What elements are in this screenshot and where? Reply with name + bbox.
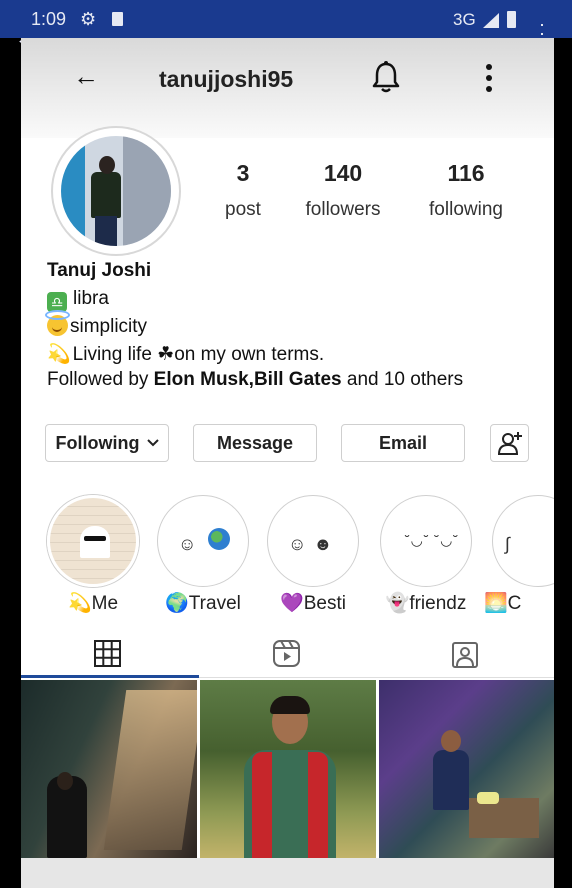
followed-by-suffix: and 10 others bbox=[341, 369, 464, 390]
signal-icon bbox=[483, 13, 499, 28]
libra-icon: ♎ bbox=[47, 292, 67, 312]
network-type: 3G bbox=[453, 10, 476, 29]
device-frame-right bbox=[554, 38, 572, 888]
highlight-me[interactable]: 💫Me bbox=[47, 495, 139, 614]
bio-line-libra-text: libra bbox=[73, 288, 109, 309]
following-button[interactable]: Following bbox=[45, 424, 169, 462]
active-tab-indicator bbox=[21, 675, 199, 678]
highlight-besti-label: 💜Besti bbox=[280, 593, 346, 614]
settings-icon: ⚙ bbox=[80, 9, 97, 29]
following-button-label: Following bbox=[55, 433, 140, 453]
bio-line-simplicity-text: simplicity bbox=[70, 316, 148, 337]
halo-smiley-icon bbox=[45, 310, 70, 336]
device-frame-left bbox=[0, 38, 21, 888]
stat-following[interactable]: 116 following bbox=[406, 160, 526, 221]
highlight-travel[interactable]: ☺ 🌍Travel bbox=[157, 495, 249, 614]
bio-line-living-text: Living life ☘on my own terms. bbox=[72, 344, 325, 365]
highlight-friendz[interactable]: ˘◡˘ ˘◡˘ 👻friendz bbox=[380, 495, 472, 614]
message-button[interactable]: Message bbox=[193, 424, 317, 462]
highlight-partial-cover: ∫ bbox=[492, 495, 554, 587]
avatar-photo bbox=[61, 136, 171, 246]
highlight-besti[interactable]: ☺ ☻ 💜Besti bbox=[267, 495, 359, 614]
profile-username: tanujjoshi95 bbox=[159, 66, 294, 92]
grid-icon[interactable] bbox=[94, 640, 121, 667]
highlight-partial-label: 🌅C bbox=[484, 593, 522, 614]
stat-followers-label: followers bbox=[305, 199, 381, 220]
notification-bell-icon[interactable] bbox=[371, 60, 401, 94]
bio-line-libra: ♎ libra bbox=[47, 288, 109, 312]
followed-by-prefix: Followed by bbox=[47, 369, 154, 390]
highlight-friendz-label: 👻friendz bbox=[385, 593, 467, 614]
reels-icon[interactable] bbox=[273, 640, 300, 667]
followed-by[interactable]: Followed by Elon Musk,Bill Gates and 10 … bbox=[47, 369, 463, 391]
suggested-users-button[interactable] bbox=[490, 424, 529, 462]
profile-avatar[interactable] bbox=[51, 126, 181, 256]
stat-following-label: following bbox=[429, 199, 503, 220]
battery-icon bbox=[507, 11, 516, 28]
post-thumbnail[interactable] bbox=[21, 680, 197, 858]
stat-following-count: 116 bbox=[447, 160, 485, 186]
highlight-me-label: 💫Me bbox=[67, 593, 119, 614]
back-arrow-icon[interactable]: ← bbox=[73, 61, 99, 92]
highlight-partial[interactable]: ∫ 🌅C bbox=[484, 495, 554, 614]
highlight-me-cover bbox=[47, 495, 139, 587]
chevron-down-icon bbox=[146, 439, 159, 447]
dizzy-star-icon: 💫 bbox=[47, 344, 71, 365]
status-bar: 1:09 ⚙ 3G bbox=[0, 0, 572, 38]
post-thumbnail[interactable] bbox=[200, 680, 376, 858]
email-button[interactable]: Email bbox=[341, 424, 465, 462]
bio-line-simplicity: simplicity bbox=[45, 310, 148, 338]
highlight-travel-cover: ☺ bbox=[157, 495, 249, 587]
profile-screen: ← tanujjoshi95 3 post 140 followers 116 … bbox=[21, 38, 554, 888]
profile-display-name: Tanuj Joshi bbox=[47, 260, 152, 281]
highlight-friendz-cover: ˘◡˘ ˘◡˘ bbox=[380, 495, 472, 587]
sd-card-icon bbox=[112, 12, 123, 26]
stat-followers-count: 140 bbox=[323, 160, 363, 186]
more-options-icon[interactable] bbox=[481, 62, 497, 94]
post-thumbnail[interactable] bbox=[379, 680, 554, 858]
tagged-icon[interactable] bbox=[452, 640, 478, 668]
bio-line-living: 💫 Living life ☘on my own terms. bbox=[47, 342, 324, 366]
followed-by-names[interactable]: Elon Musk,Bill Gates bbox=[154, 369, 342, 390]
add-user-icon bbox=[497, 432, 522, 455]
highlight-besti-cover: ☺ ☻ bbox=[267, 495, 359, 587]
bottom-bar bbox=[21, 858, 554, 888]
stat-followers[interactable]: 140 followers bbox=[283, 160, 403, 221]
tab-divider bbox=[199, 677, 554, 678]
overlay-more-icon[interactable]: · · bbox=[537, 15, 547, 42]
highlight-travel-label: 🌍Travel bbox=[165, 593, 241, 614]
